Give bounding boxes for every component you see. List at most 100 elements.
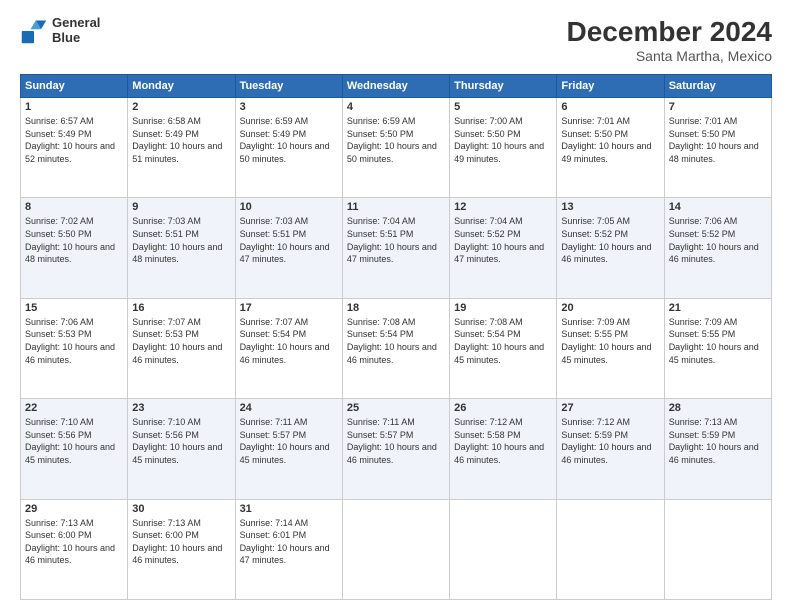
day-info: Sunrise: 7:08 AMSunset: 5:54 PMDaylight:… bbox=[454, 317, 544, 365]
day-info: Sunrise: 6:59 AMSunset: 5:49 PMDaylight:… bbox=[240, 116, 330, 164]
calendar-cell bbox=[342, 499, 449, 599]
logo-icon bbox=[20, 17, 48, 45]
calendar-cell: 9Sunrise: 7:03 AMSunset: 5:51 PMDaylight… bbox=[128, 198, 235, 298]
logo-text: General Blue bbox=[52, 16, 100, 46]
calendar-cell bbox=[450, 499, 557, 599]
calendar-cell: 19 Sunrise: 7:08 AMSunset: 5:54 PMDayligh… bbox=[450, 298, 557, 398]
header-thursday: Thursday bbox=[450, 75, 557, 98]
header-wednesday: Wednesday bbox=[342, 75, 449, 98]
calendar-week-row: 1 Sunrise: 6:57 AMSunset: 5:49 PMDaylight… bbox=[21, 98, 772, 198]
header-monday: Monday bbox=[128, 75, 235, 98]
calendar-cell: 20 Sunrise: 7:09 AMSunset: 5:55 PMDayligh… bbox=[557, 298, 664, 398]
day-number: 24 bbox=[240, 402, 338, 414]
day-number: 15 bbox=[25, 302, 123, 314]
header-tuesday: Tuesday bbox=[235, 75, 342, 98]
header-friday: Friday bbox=[557, 75, 664, 98]
day-number: 7 bbox=[669, 101, 767, 113]
calendar-cell: 25 Sunrise: 7:11 AMSunset: 5:57 PMDayligh… bbox=[342, 399, 449, 499]
calendar-cell: 24 Sunrise: 7:11 AMSunset: 5:57 PMDayligh… bbox=[235, 399, 342, 499]
calendar-week-row: 22Sunrise: 7:10 AMSunset: 5:56 PMDayligh… bbox=[21, 399, 772, 499]
calendar-cell: 18 Sunrise: 7:08 AMSunset: 5:54 PMDayligh… bbox=[342, 298, 449, 398]
day-number: 27 bbox=[561, 402, 659, 414]
calendar-cell: 11Sunrise: 7:04 AMSunset: 5:51 PMDayligh… bbox=[342, 198, 449, 298]
calendar-cell: 1 Sunrise: 6:57 AMSunset: 5:49 PMDaylight… bbox=[21, 98, 128, 198]
calendar-cell: 28 Sunrise: 7:13 AMSunset: 5:59 PMDayligh… bbox=[664, 399, 771, 499]
day-number: 25 bbox=[347, 402, 445, 414]
day-number: 1 bbox=[25, 101, 123, 113]
day-number: 11 bbox=[347, 201, 445, 213]
day-info: Sunrise: 7:01 AMSunset: 5:50 PMDaylight:… bbox=[669, 116, 759, 164]
day-number: 28 bbox=[669, 402, 767, 414]
day-info: Sunrise: 7:02 AMSunset: 5:50 PMDaylight:… bbox=[25, 216, 115, 264]
day-number: 17 bbox=[240, 302, 338, 314]
calendar-page: General Blue December 2024 Santa Martha,… bbox=[0, 0, 792, 612]
calendar-cell: 12 Sunrise: 7:04 AMSunset: 5:52 PMDayligh… bbox=[450, 198, 557, 298]
day-number: 13 bbox=[561, 201, 659, 213]
day-info: Sunrise: 7:13 AMSunset: 6:00 PMDaylight:… bbox=[132, 518, 222, 566]
day-number: 14 bbox=[669, 201, 767, 213]
calendar-cell: 27 Sunrise: 7:12 AMSunset: 5:59 PMDayligh… bbox=[557, 399, 664, 499]
day-info: Sunrise: 7:12 AMSunset: 5:58 PMDaylight:… bbox=[454, 417, 544, 465]
day-number: 22 bbox=[25, 402, 123, 414]
day-info: Sunrise: 7:11 AMSunset: 5:57 PMDaylight:… bbox=[347, 417, 437, 465]
day-number: 18 bbox=[347, 302, 445, 314]
day-number: 9 bbox=[132, 201, 230, 213]
calendar-cell: 30 Sunrise: 7:13 AMSunset: 6:00 PMDayligh… bbox=[128, 499, 235, 599]
header: General Blue December 2024 Santa Martha,… bbox=[20, 16, 772, 64]
day-info: Sunrise: 7:13 AMSunset: 5:59 PMDaylight:… bbox=[669, 417, 759, 465]
day-number: 30 bbox=[132, 503, 230, 515]
header-saturday: Saturday bbox=[664, 75, 771, 98]
calendar-cell: 14Sunrise: 7:06 AMSunset: 5:52 PMDayligh… bbox=[664, 198, 771, 298]
calendar-table: SundayMondayTuesdayWednesdayThursdayFrid… bbox=[20, 74, 772, 600]
day-info: Sunrise: 7:01 AMSunset: 5:50 PMDaylight:… bbox=[561, 116, 651, 164]
calendar-cell: 21 Sunrise: 7:09 AMSunset: 5:55 PMDayligh… bbox=[664, 298, 771, 398]
logo: General Blue bbox=[20, 16, 100, 46]
day-number: 21 bbox=[669, 302, 767, 314]
title-block: December 2024 Santa Martha, Mexico bbox=[567, 16, 772, 64]
day-number: 23 bbox=[132, 402, 230, 414]
day-number: 31 bbox=[240, 503, 338, 515]
day-number: 16 bbox=[132, 302, 230, 314]
calendar-header-row: SundayMondayTuesdayWednesdayThursdayFrid… bbox=[21, 75, 772, 98]
calendar-cell: 4Sunrise: 6:59 AMSunset: 5:50 PMDaylight… bbox=[342, 98, 449, 198]
calendar-cell: 22Sunrise: 7:10 AMSunset: 5:56 PMDayligh… bbox=[21, 399, 128, 499]
calendar-cell: 10 Sunrise: 7:03 AMSunset: 5:51 PMDayligh… bbox=[235, 198, 342, 298]
day-info: Sunrise: 7:14 AMSunset: 6:01 PMDaylight:… bbox=[240, 518, 330, 566]
calendar-cell bbox=[664, 499, 771, 599]
day-info: Sunrise: 7:12 AMSunset: 5:59 PMDaylight:… bbox=[561, 417, 651, 465]
day-number: 20 bbox=[561, 302, 659, 314]
calendar-cell: 31 Sunrise: 7:14 AMSunset: 6:01 PMDayligh… bbox=[235, 499, 342, 599]
calendar-cell: 13 Sunrise: 7:05 AMSunset: 5:52 PMDayligh… bbox=[557, 198, 664, 298]
calendar-cell: 26Sunrise: 7:12 AMSunset: 5:58 PMDayligh… bbox=[450, 399, 557, 499]
day-info: Sunrise: 6:57 AMSunset: 5:49 PMDaylight:… bbox=[25, 116, 115, 164]
subtitle: Santa Martha, Mexico bbox=[567, 48, 772, 64]
day-info: Sunrise: 7:13 AMSunset: 6:00 PMDaylight:… bbox=[25, 518, 115, 566]
calendar-cell: 7 Sunrise: 7:01 AMSunset: 5:50 PMDaylight… bbox=[664, 98, 771, 198]
day-number: 29 bbox=[25, 503, 123, 515]
calendar-cell: 5 Sunrise: 7:00 AMSunset: 5:50 PMDaylight… bbox=[450, 98, 557, 198]
day-info: Sunrise: 7:07 AMSunset: 5:53 PMDaylight:… bbox=[132, 317, 222, 365]
day-number: 3 bbox=[240, 101, 338, 113]
day-info: Sunrise: 7:00 AMSunset: 5:50 PMDaylight:… bbox=[454, 116, 544, 164]
day-number: 5 bbox=[454, 101, 552, 113]
day-number: 6 bbox=[561, 101, 659, 113]
calendar-cell: 29 Sunrise: 7:13 AMSunset: 6:00 PMDayligh… bbox=[21, 499, 128, 599]
header-sunday: Sunday bbox=[21, 75, 128, 98]
day-info: Sunrise: 7:09 AMSunset: 5:55 PMDaylight:… bbox=[561, 317, 651, 365]
day-info: Sunrise: 7:05 AMSunset: 5:52 PMDaylight:… bbox=[561, 216, 651, 264]
day-number: 12 bbox=[454, 201, 552, 213]
day-info: Sunrise: 7:03 AMSunset: 5:51 PMDaylight:… bbox=[240, 216, 330, 264]
day-info: Sunrise: 7:08 AMSunset: 5:54 PMDaylight:… bbox=[347, 317, 437, 365]
day-info: Sunrise: 7:06 AMSunset: 5:53 PMDaylight:… bbox=[25, 317, 115, 365]
day-info: Sunrise: 7:04 AMSunset: 5:52 PMDaylight:… bbox=[454, 216, 544, 264]
calendar-week-row: 8Sunrise: 7:02 AMSunset: 5:50 PMDaylight… bbox=[21, 198, 772, 298]
day-info: Sunrise: 7:11 AMSunset: 5:57 PMDaylight:… bbox=[240, 417, 330, 465]
day-info: Sunrise: 7:09 AMSunset: 5:55 PMDaylight:… bbox=[669, 317, 759, 365]
calendar-cell: 8Sunrise: 7:02 AMSunset: 5:50 PMDaylight… bbox=[21, 198, 128, 298]
day-number: 10 bbox=[240, 201, 338, 213]
day-info: Sunrise: 6:58 AMSunset: 5:49 PMDaylight:… bbox=[132, 116, 222, 164]
day-number: 19 bbox=[454, 302, 552, 314]
day-info: Sunrise: 7:07 AMSunset: 5:54 PMDaylight:… bbox=[240, 317, 330, 365]
calendar-cell: 23Sunrise: 7:10 AMSunset: 5:56 PMDayligh… bbox=[128, 399, 235, 499]
calendar-cell: 15 Sunrise: 7:06 AMSunset: 5:53 PMDayligh… bbox=[21, 298, 128, 398]
